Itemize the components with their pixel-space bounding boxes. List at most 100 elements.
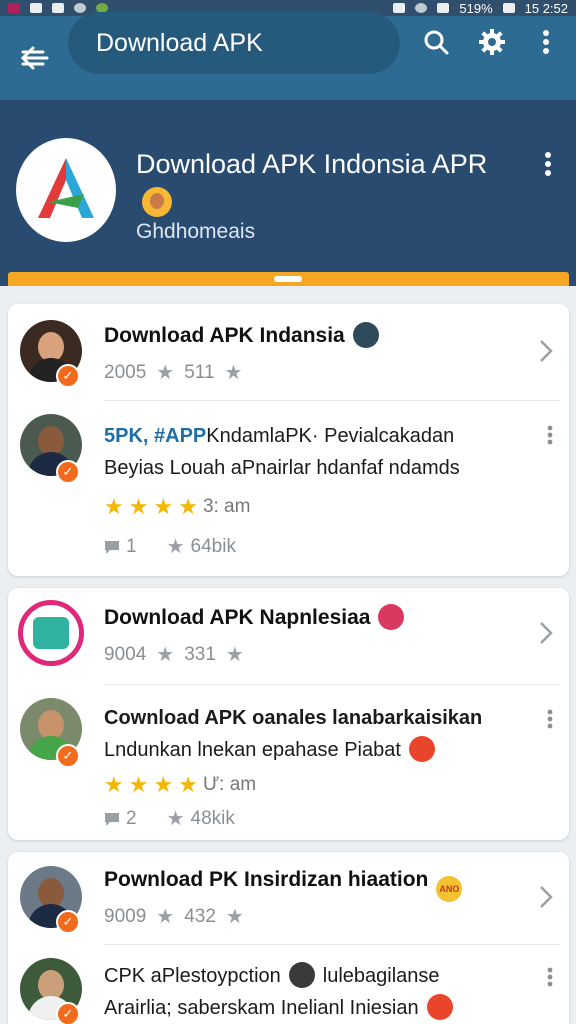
list-item-title-text: Download APK Indansia [104, 324, 345, 347]
page-title-text: Download APK Indonsia APR [136, 149, 488, 179]
vibrate-icon [393, 3, 406, 13]
search-button[interactable] [416, 22, 456, 62]
star-icon: ★ [166, 536, 185, 558]
post-text[interactable]: CPK aPlestoypction lulebagilanse Arairlia… [104, 960, 534, 1024]
chevron-right-icon [540, 886, 553, 908]
star-icon: ★ [178, 772, 198, 797]
star-icon: ★ [166, 808, 185, 830]
mail-icon [30, 3, 42, 13]
list-card: ✓ Download APK Indansia 2005 ★ 511 ★ ✓ 5… [8, 304, 569, 576]
star-icon: ★ [156, 644, 175, 666]
post-more-button[interactable] [540, 962, 560, 992]
count-value: 9004 [104, 643, 147, 665]
star-icon: ★ [225, 906, 244, 928]
list-item-meta: 9004 ★ 331 ★ [104, 642, 244, 667]
post-actions: 1 ★ 64bik [104, 534, 266, 559]
count-value: 511 [184, 361, 215, 383]
post-text[interactable]: 5PK, #APPKndamlaPK· Pevialcakadan Beyias… [104, 420, 534, 484]
more-vertical-icon [547, 709, 553, 729]
favorite-button[interactable]: ★ 48kik [167, 806, 235, 831]
battery-icon [502, 3, 515, 13]
more-vertical-icon [543, 30, 549, 54]
star-icon: ★ [104, 494, 124, 519]
fire-emoji-icon [426, 994, 453, 1020]
list-item-title[interactable]: Pownload PK Insirdizan hiaation ANO [104, 868, 463, 902]
count-value: 2005 [104, 361, 147, 383]
count-value: 9009 [104, 905, 147, 927]
star-icon: ★ [224, 362, 243, 384]
post-line: CPK aPlestoypction [104, 965, 281, 987]
chevron-right-button[interactable] [536, 618, 556, 648]
verified-check-icon: ✓ [56, 460, 80, 484]
post-more-button[interactable] [540, 420, 560, 450]
hashtags[interactable]: 5PK, #APP [104, 425, 206, 447]
apk-logo-icon [38, 158, 94, 218]
rating[interactable]: ★ ★ ★ ★ Ư: am [104, 772, 256, 798]
list-item-title[interactable]: Download APK Indansia [104, 322, 379, 348]
star-icon: ★ [128, 772, 149, 797]
post-line: Beyias Louah aPnairlar hdanfaf ndamds [104, 457, 460, 479]
star-icon: ★ [156, 906, 175, 928]
app-logo[interactable] [16, 138, 116, 242]
favorite-button[interactable]: ★ 64bik [167, 534, 236, 559]
verified-check-icon: ✓ [56, 364, 80, 388]
search-query: Download APK [96, 28, 263, 57]
divider [104, 944, 560, 945]
user-avatar-icon [288, 962, 315, 988]
post-line: Arairlia; saberskam Inelianl Iniesian [104, 997, 419, 1019]
divider [104, 400, 560, 401]
more-vertical-icon [547, 967, 553, 987]
search-input[interactable]: Download APK [68, 12, 400, 74]
app-notification-icon [8, 3, 20, 13]
comment-count: 2 [126, 807, 137, 829]
progress-handle[interactable] [274, 276, 302, 282]
star-icon: ★ [156, 362, 175, 384]
rating-text: 3: am [202, 496, 251, 517]
comment-count: 1 [126, 535, 137, 557]
count-value: 331 [184, 643, 216, 665]
post-line: Cownload APK oanales lanabarkaisikan [104, 707, 483, 729]
post-text[interactable]: Cownload APK oanales lanabarkaisikan Lnd… [104, 702, 534, 766]
header-more-button[interactable] [528, 144, 568, 184]
count-value: 432 [184, 905, 216, 927]
post-more-button[interactable] [540, 704, 560, 734]
list-item-title-text: Pownload PK Insirdizan hiaation [104, 868, 429, 891]
list-item-meta: 2005 ★ 511 ★ [104, 360, 242, 385]
back-button[interactable] [0, 16, 70, 100]
fire-emoji-icon [408, 736, 435, 762]
settings-button[interactable] [472, 22, 512, 62]
alarm-icon [415, 3, 428, 13]
list-card: ✓ Pownload PK Insirdizan hiaation ANO 900… [8, 852, 569, 1024]
list-item-title-text: Download APK Napnlesiaa [104, 606, 371, 629]
list-item-title[interactable]: Download APK Napnlesiaa [104, 604, 405, 630]
star-icon: ★ [225, 644, 244, 666]
back-arrow-icon [21, 46, 49, 70]
chevron-right-icon [540, 340, 553, 362]
user-avatar-icon [378, 604, 405, 630]
battery-percentage: 519% [459, 0, 493, 16]
chevron-right-button[interactable] [536, 336, 556, 366]
comment-button[interactable]: 2 [104, 808, 137, 830]
rating[interactable]: ★ ★ ★ ★ 3: am [104, 494, 250, 520]
page-subtitle: Ghdhomeais [136, 220, 256, 243]
star-icon: ★ [104, 772, 124, 797]
more-vertical-icon [545, 152, 551, 176]
favorite-count: 48kik [190, 807, 235, 829]
comment-icon [105, 540, 119, 554]
page-title: Download APK Indonsia APR [136, 144, 496, 224]
star-icon: ★ [128, 494, 149, 519]
profile-header: Download APK Indonsia APR Ghdhomeais [0, 100, 576, 286]
chevron-right-button[interactable] [536, 882, 556, 912]
verified-check-icon: ✓ [56, 910, 80, 934]
post-line: lulebagilanse [322, 965, 440, 987]
comment-button[interactable]: 1 [104, 536, 137, 558]
user-emoji-icon [142, 187, 172, 217]
more-vertical-icon [547, 425, 553, 445]
favorite-count: 64bik [190, 535, 236, 557]
star-icon: ★ [153, 772, 174, 797]
app-icon-avatar[interactable] [18, 600, 84, 666]
overflow-menu-button[interactable] [526, 22, 566, 62]
globe-icon [74, 3, 86, 13]
verified-check-icon: ✓ [56, 744, 80, 768]
star-icon: ★ [153, 494, 174, 519]
